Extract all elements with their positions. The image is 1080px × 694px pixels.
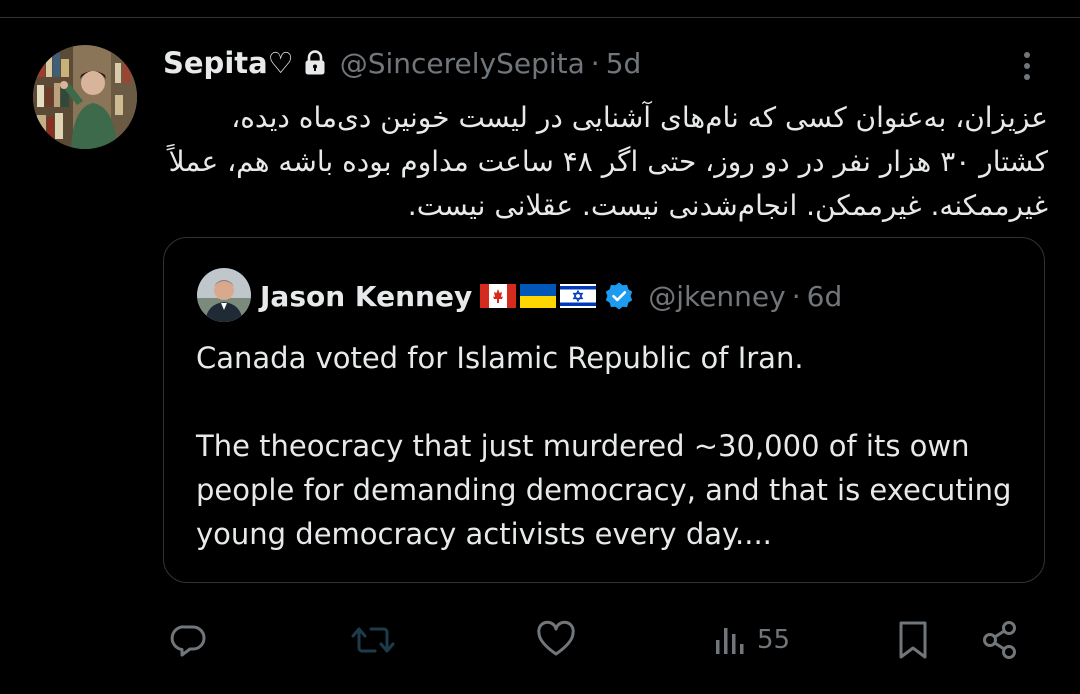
views-count: 55 (757, 625, 791, 655)
quoted-tweet-card[interactable]: Jason Kenney @jkenney · 6d Canada voted … (163, 237, 1045, 583)
quoted-author-display-name[interactable]: Jason Kenney (260, 280, 472, 313)
action-bar: 55 (163, 612, 1043, 668)
quoted-tweet-paragraph-1: Canada voted for Islamic Republic of Ira… (196, 341, 804, 375)
ukraine-flag-icon (520, 284, 557, 308)
top-divider (0, 17, 1080, 18)
tweet-header: Sepita♡ @SincerelySepita · 5d (163, 42, 641, 84)
more-options-icon[interactable] (1010, 46, 1044, 86)
canada-flag-icon (480, 284, 517, 308)
tweet-timestamp[interactable]: 5d (606, 47, 642, 80)
quoted-tweet-text: Canada voted for Islamic Republic of Ira… (196, 336, 1016, 556)
views-icon (716, 628, 744, 654)
quoted-tweet-timestamp[interactable]: 6d (807, 280, 843, 313)
retweet-icon (351, 627, 395, 653)
tweet-text: عزیزان، به‌عنوان کسی که نام‌های آشنایی د… (168, 101, 1048, 222)
like-button[interactable] (535, 612, 577, 668)
israel-flag-icon (560, 284, 597, 308)
retweet-button[interactable] (351, 612, 395, 668)
quoted-tweet-paragraph-2: The theocracy that just murdered ~30,000… (196, 429, 1012, 551)
bookmark-icon (899, 621, 927, 659)
verified-badge-icon[interactable] (604, 281, 634, 311)
reply-button[interactable] (169, 612, 209, 668)
reply-icon (170, 625, 206, 657)
quoted-author-handle[interactable]: @jkenney (648, 280, 786, 313)
share-button[interactable] (979, 612, 1021, 668)
separator-dot: · (791, 279, 801, 313)
bookmark-button[interactable] (895, 612, 931, 668)
avatar[interactable] (33, 45, 137, 149)
heart-icon (537, 620, 575, 656)
separator-dot: · (590, 46, 600, 80)
views-button[interactable]: 55 (713, 612, 790, 668)
flag-emojis (480, 284, 597, 308)
quoted-author-avatar[interactable] (197, 268, 251, 322)
share-icon (983, 621, 1016, 659)
author-handle[interactable]: @SincerelySepita (340, 47, 585, 80)
lock-icon (304, 50, 326, 76)
author-display-name[interactable]: Sepita♡ (163, 46, 294, 80)
quoted-tweet-header: Jason Kenney @jkenney · 6d (260, 274, 842, 318)
